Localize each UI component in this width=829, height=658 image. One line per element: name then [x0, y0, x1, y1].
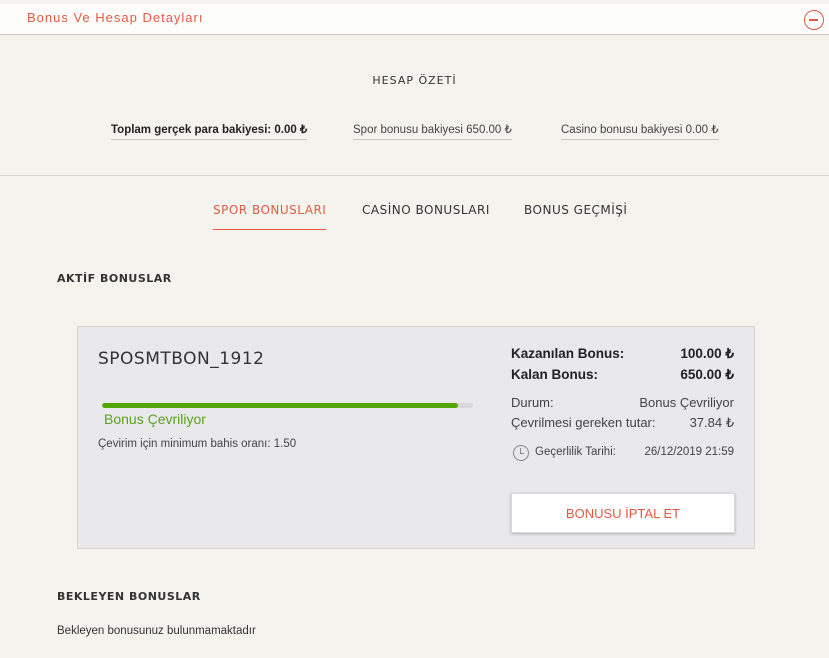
validity-label: Geçerlilik Tarihi:	[535, 446, 616, 458]
real-balance: Toplam gerçek para bakiyesi: 0.00 ₺	[111, 122, 308, 140]
bonus-progress-fill	[102, 403, 459, 408]
validity-value: 26/12/2019 21:59	[644, 446, 734, 458]
tab-casino-bonuses[interactable]: CASİNO BONUSLARI	[362, 203, 490, 229]
account-summary-title: HESAP ÖZETİ	[372, 74, 457, 87]
cancel-bonus-button[interactable]: BONUSU İPTAL ET	[511, 493, 735, 533]
header-title: Bonus Ve Hesap Detayları	[27, 10, 204, 25]
status-value: Bonus Çevriliyor	[639, 395, 734, 410]
bonus-name: SPOSMTBON_1912	[98, 349, 265, 369]
pending-bonuses-heading: BEKLEYEN BONUSLAR	[57, 590, 201, 603]
wager-value: 37.84 ₺	[689, 415, 734, 430]
clock-icon	[513, 445, 529, 461]
status-label: Durum:	[511, 395, 554, 410]
earned-bonus-label: Kazanılan Bonus:	[511, 346, 625, 361]
minus-circle-icon[interactable]	[804, 10, 824, 30]
bonus-details-header[interactable]: Bonus Ve Hesap Detayları	[0, 4, 829, 35]
wager-label: Çevrilmesi gereken tutar:	[511, 415, 656, 430]
casino-bonus-balance: Casino bonusu bakiyesi 0.00 ₺	[561, 122, 719, 140]
bonus-progress-label: Bonus Çevriliyor	[104, 411, 206, 427]
earned-bonus-value: 100.00 ₺	[680, 346, 734, 361]
remaining-bonus-label: Kalan Bonus:	[511, 367, 599, 382]
bonus-card: SPOSMTBON_1912 Bonus Çevriliyor Çevirim …	[77, 326, 755, 549]
bonus-progress-bar	[102, 403, 473, 408]
tab-sport-bonuses[interactable]: SPOR BONUSLARI	[213, 203, 327, 230]
divider	[0, 175, 829, 176]
sport-bonus-balance: Spor bonusu bakiyesi 650.00 ₺	[353, 122, 512, 140]
remaining-bonus-value: 650.00 ₺	[680, 367, 734, 382]
tab-bonus-history[interactable]: BONUS GEÇMİŞİ	[524, 203, 627, 229]
pending-bonuses-message: Bekleyen bonusunuz bulunmamaktadır	[57, 625, 256, 637]
active-bonuses-heading: AKTİF BONUSLAR	[57, 272, 172, 285]
min-bet-ratio: Çevirim için minimum bahis oranı: 1.50	[98, 438, 297, 450]
